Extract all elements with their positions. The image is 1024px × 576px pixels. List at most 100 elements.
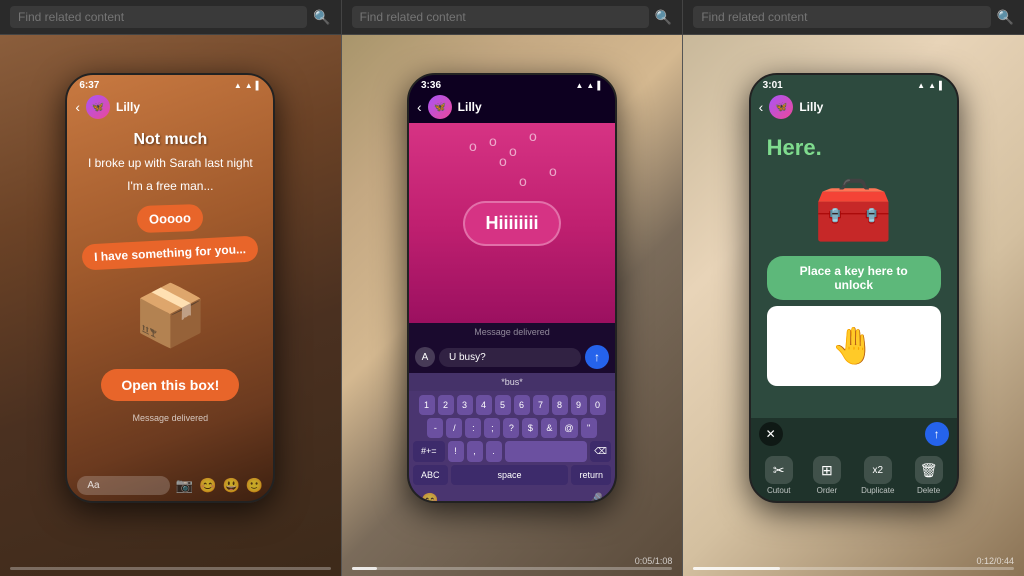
key-1[interactable]: 1 <box>419 395 435 415</box>
timeline-progress-2 <box>352 567 378 570</box>
signal-icon-3: ▲ <box>917 81 925 90</box>
action-duplicate[interactable]: x2 Duplicate <box>861 456 894 495</box>
avatar-img-3: 🦋 <box>769 95 793 119</box>
box-emoji: 📦 <box>79 280 261 351</box>
timeline-bar-2[interactable] <box>352 567 673 570</box>
search-button-2[interactable]: 🔍 <box>655 9 672 26</box>
key-at[interactable]: @ <box>560 418 577 438</box>
key-7[interactable]: 7 <box>533 395 549 415</box>
search-input-1[interactable] <box>10 6 307 28</box>
phone-3-time: 3:01 <box>763 80 783 91</box>
footer-top-row: ✕ ↑ <box>751 418 957 450</box>
key-symbols[interactable]: #+= <box>413 441 445 462</box>
key-slash[interactable]: / <box>446 418 462 438</box>
key-return[interactable]: return <box>571 465 611 485</box>
key-backspace[interactable]: ⌫ <box>590 441 611 462</box>
phone-3-footer: ✕ ↑ ✂ Cutout ⊞ Order x2 <box>751 418 957 501</box>
close-button[interactable]: ✕ <box>759 422 783 446</box>
send-button-3[interactable]: ↑ <box>925 422 949 446</box>
phone-2-top-area: o o o o o o o Hiiiiiiii <box>409 123 615 323</box>
sticker-icon-1[interactable]: 😃 <box>222 477 239 494</box>
timeline-progress-3 <box>693 567 780 570</box>
phone-2-input-area: A U busy? ↑ <box>409 341 615 373</box>
cutout-icon: ✂ <box>765 456 793 484</box>
action-order[interactable]: ⊞ Order <box>813 456 841 495</box>
back-arrow-3[interactable]: ‹ <box>759 99 764 115</box>
avatar-3: 🦋 <box>769 95 793 119</box>
key-3[interactable]: 3 <box>457 395 473 415</box>
panel-3: 3:01 ▲ ▲ ▌ ‹ 🦋 Lilly Here. 🧰 Place a k <box>683 35 1024 576</box>
format-icon[interactable]: A <box>415 347 435 367</box>
action-cutout[interactable]: ✂ Cutout <box>765 456 793 495</box>
phone-1-status-bar: 6:37 ▲ ▲ ▌ <box>67 75 273 93</box>
emoji-icon-1[interactable]: 😊 <box>199 477 216 494</box>
key-comma[interactable]: , <box>467 441 483 462</box>
key-6[interactable]: 6 <box>514 395 530 415</box>
back-arrow-2[interactable]: ‹ <box>417 99 422 115</box>
bitmoji-icon-1[interactable]: 🙂 <box>246 477 263 494</box>
chest-emoji: 🧰 <box>759 173 949 248</box>
floating-o-2: o <box>509 143 517 159</box>
floating-o-7: o <box>519 173 527 189</box>
key-ampersand[interactable]: & <box>541 418 557 438</box>
key-question[interactable]: ? <box>503 418 519 438</box>
key-dash[interactable]: - <box>427 418 443 438</box>
keyboard: 1 2 3 4 5 6 7 8 9 0 - / : ; ? $ <box>409 391 615 503</box>
key-quote[interactable]: " <box>581 418 597 438</box>
msg-free-man: I'm a free man... <box>79 178 261 195</box>
keyboard-row-3: #+= ! , . ⌫ <box>413 441 611 462</box>
timeline-bar-1[interactable] <box>10 567 331 570</box>
hiiiii-bubble: Hiiiiiiii <box>463 201 560 246</box>
key-semicolon[interactable]: ; <box>484 418 500 438</box>
key-2[interactable]: 2 <box>438 395 454 415</box>
key-8[interactable]: 8 <box>552 395 568 415</box>
phone-2-chat-header: ‹ 🦋 Lilly <box>409 93 615 123</box>
open-box-button[interactable]: Open this box! <box>101 369 239 401</box>
emoji-mic-row: 😊 🎤 <box>413 488 611 503</box>
key-space[interactable]: space <box>451 465 569 485</box>
delivered-status-2: Message delivered <box>409 323 615 341</box>
contact-name-1: Lilly <box>116 100 140 114</box>
key-period[interactable]: . <box>486 441 502 462</box>
avatar-1: 🦋 <box>86 95 110 119</box>
key-9[interactable]: 9 <box>571 395 587 415</box>
floating-o-6: o <box>549 163 557 179</box>
search-bar-1: 🔍 <box>0 0 342 34</box>
contact-name-2: Lilly <box>458 100 482 114</box>
key-space2[interactable] <box>505 441 588 462</box>
key-4[interactable]: 4 <box>476 395 492 415</box>
search-input-2[interactable] <box>352 6 649 28</box>
action-delete[interactable]: 🗑 Delete <box>915 456 943 495</box>
timeline-bar-3[interactable] <box>693 567 1014 570</box>
hand-emoji: 🤚 <box>831 325 876 367</box>
send-button-2[interactable]: ↑ <box>585 345 609 369</box>
phone-1-time: 6:37 <box>79 80 99 91</box>
bubble-something: I have something for you... <box>82 235 259 270</box>
chat-input-1[interactable]: Aa <box>77 476 169 495</box>
keyboard-row-2: - / : ; ? $ & @ " <box>413 418 611 438</box>
key-0[interactable]: 0 <box>590 395 606 415</box>
duplicate-icon: x2 <box>864 456 892 484</box>
key-5[interactable]: 5 <box>495 395 511 415</box>
phone-3-status-bar: 3:01 ▲ ▲ ▌ <box>751 75 957 93</box>
phone-2-time: 3:36 <box>421 80 441 91</box>
timeline-time-3: 0:12/0:44 <box>976 556 1014 566</box>
floating-o-3: o <box>529 128 537 144</box>
camera-icon-1[interactable]: 📷 <box>176 477 193 494</box>
avatar-2: 🦋 <box>428 95 452 119</box>
back-arrow-1[interactable]: ‹ <box>75 99 80 115</box>
search-button-3[interactable]: 🔍 <box>997 9 1014 26</box>
order-icon: ⊞ <box>813 456 841 484</box>
search-input-3[interactable] <box>693 6 990 28</box>
chat-input-2[interactable]: U busy? <box>439 348 581 367</box>
msg-not-much: Not much <box>79 131 261 149</box>
key-abc[interactable]: ABC <box>413 465 448 485</box>
search-button-1[interactable]: 🔍 <box>313 9 330 26</box>
delete-icon: 🗑 <box>915 456 943 484</box>
footer-actions-row: ✂ Cutout ⊞ Order x2 Duplicate 🗑 <box>751 450 957 501</box>
key-exclaim[interactable]: ! <box>448 441 464 462</box>
avatar-img-1: 🦋 <box>86 95 110 119</box>
key-dollar[interactable]: $ <box>522 418 538 438</box>
hand-card: 🤚 <box>767 306 941 386</box>
key-colon[interactable]: : <box>465 418 481 438</box>
